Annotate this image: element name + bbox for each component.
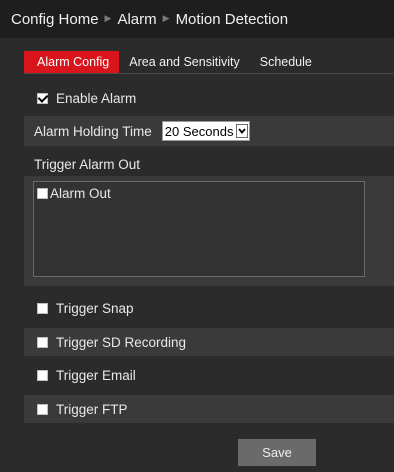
trigger-email-row: Trigger Email	[24, 362, 394, 388]
trigger-snap-row: Trigger Snap	[24, 295, 394, 321]
enable-alarm-row: Enable Alarm	[24, 86, 394, 110]
trigger-ftp-row: Trigger FTP	[24, 395, 394, 423]
alarm-out-label: Alarm Out	[50, 186, 111, 201]
breadcrumb-config-home[interactable]: Config Home	[11, 11, 99, 28]
breadcrumb: Config Home ▶ Alarm ▶ Motion Detection	[0, 0, 394, 38]
holding-time-value: 20 Seconds	[164, 123, 234, 139]
trigger-sd-recording-label: Trigger SD Recording	[56, 334, 187, 350]
tab-alarm-config[interactable]: Alarm Config	[24, 51, 120, 73]
trigger-sd-recording-row: Trigger SD Recording	[24, 328, 394, 356]
trigger-email-checkbox[interactable]	[37, 369, 48, 381]
breadcrumb-motion-detection: Motion Detection	[175, 10, 289, 28]
trigger-email-label: Trigger Email	[56, 367, 136, 383]
alarm-out-checkbox[interactable]	[37, 188, 48, 199]
save-button[interactable]: Save	[238, 439, 316, 466]
chevron-down-icon[interactable]	[236, 124, 249, 138]
triangle-right-icon: ▶	[104, 12, 112, 23]
tab-schedule[interactable]: Schedule	[250, 51, 322, 73]
breadcrumb-alarm[interactable]: Alarm	[117, 11, 156, 28]
enable-alarm-label: Enable Alarm	[56, 90, 137, 106]
tab-divider	[24, 73, 394, 74]
tab-bar: Alarm Config Area and Sensitivity Schedu…	[24, 51, 322, 73]
trigger-ftp-label: Trigger FTP	[56, 401, 128, 417]
alarm-out-list: Alarm Out	[33, 181, 365, 277]
trigger-ftp-checkbox[interactable]	[37, 403, 48, 415]
tab-area-and-sensitivity[interactable]: Area and Sensitivity	[119, 51, 249, 73]
holding-time-row: Alarm Holding Time 20 Seconds	[24, 116, 394, 146]
enable-alarm-checkbox[interactable]	[37, 92, 48, 104]
trigger-alarm-out-heading: Trigger Alarm Out	[24, 152, 394, 176]
trigger-snap-label: Trigger Snap	[56, 300, 134, 316]
trigger-alarm-out-label: Trigger Alarm Out	[34, 156, 141, 172]
trigger-sd-recording-checkbox[interactable]	[37, 336, 48, 348]
holding-time-select[interactable]: 20 Seconds	[161, 121, 251, 141]
triangle-right-icon: ▶	[162, 12, 170, 23]
holding-time-label: Alarm Holding Time	[34, 123, 152, 139]
trigger-snap-checkbox[interactable]	[37, 302, 48, 314]
list-item: Alarm Out	[37, 186, 111, 201]
